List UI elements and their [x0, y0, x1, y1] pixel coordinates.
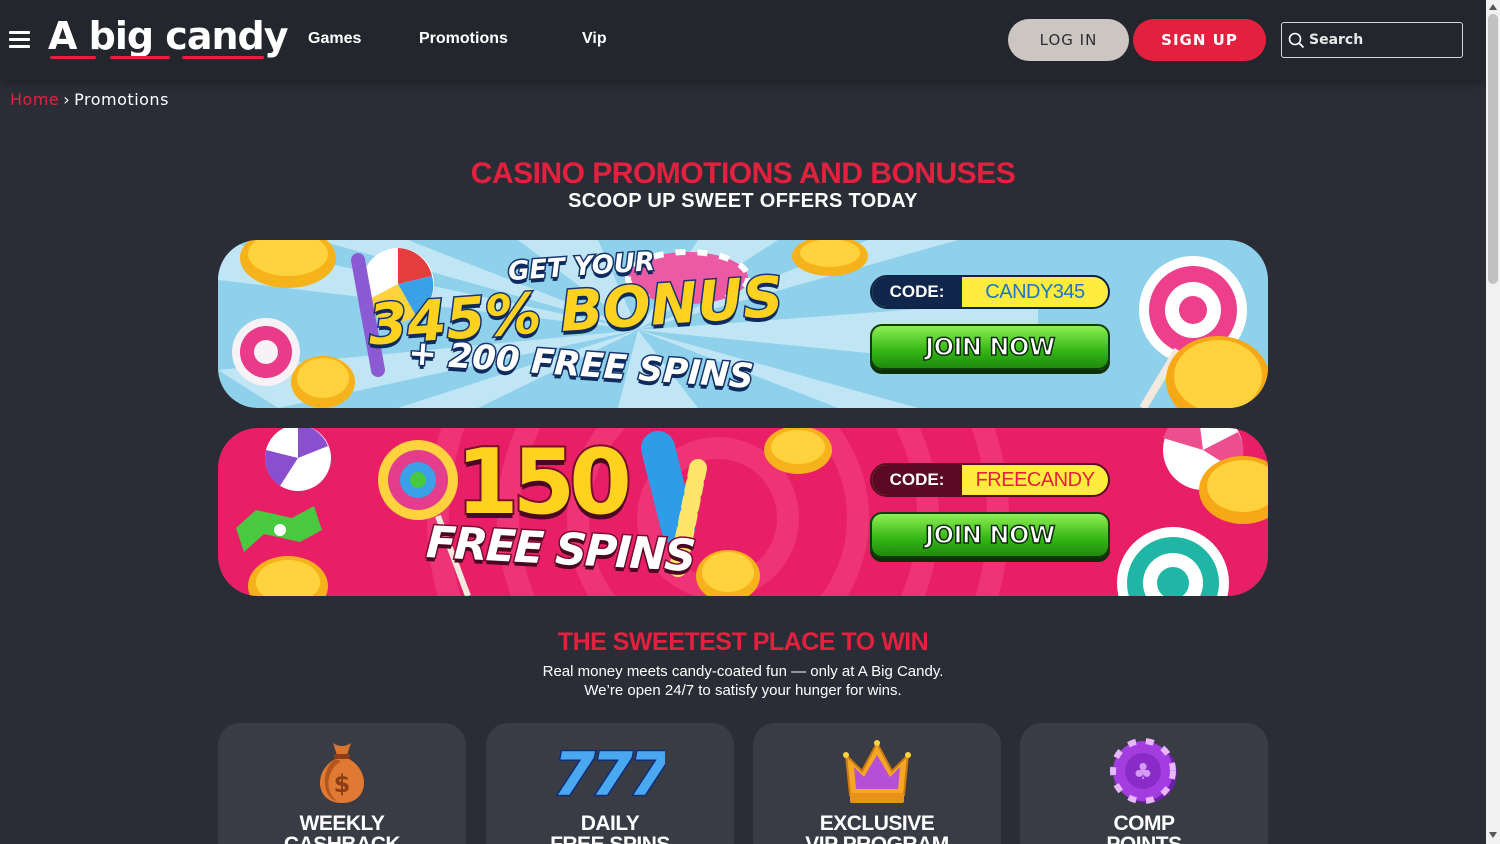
search-box[interactable]: [1281, 22, 1463, 58]
banner-candy-background: [236, 428, 1268, 596]
promo-banner-bonus[interactable]: GET YOUR 345% BONUS + 200 FREE SPINS COD…: [218, 240, 1268, 408]
slot-777-icon: 777: [555, 739, 665, 808]
breadcrumb: Home › Promotions: [10, 90, 169, 109]
page-subtitle: SCOOP UP SWEET OFFERS TODAY: [568, 190, 918, 212]
svg-text:777: 777: [555, 740, 665, 807]
section-description-line2: We’re open 24/7 to satisfy your hunger f…: [584, 682, 902, 699]
breadcrumb-home[interactable]: Home: [10, 90, 59, 109]
hamburger-menu-icon[interactable]: [9, 31, 30, 49]
site-logo[interactable]: A big candy: [48, 14, 288, 58]
search-icon: [1288, 32, 1305, 49]
section-description: Real money meets candy-coated fun — only…: [0, 662, 1486, 700]
login-button[interactable]: LOG IN: [1008, 19, 1129, 61]
scroll-down-arrow-icon[interactable]: [1489, 832, 1497, 838]
feature-card-title: COMPPOINTS: [1106, 812, 1182, 844]
scrollbar-thumb[interactable]: [1488, 14, 1498, 284]
promo-spins-number: 150: [454, 430, 634, 535]
poker-chips-icon: ♣: [1110, 738, 1177, 804]
feature-card-cashback[interactable]: $ WEEKLYCASHBACK: [218, 723, 466, 844]
join-now-button[interactable]: JOIN NOW: [870, 512, 1110, 558]
svg-text:$: $: [334, 770, 351, 798]
page-title: CASINO PROMOTIONS AND BONUSES: [470, 157, 1016, 190]
scroll-up-arrow-icon[interactable]: [1489, 4, 1497, 10]
feature-card-comp-points[interactable]: ♣ COMPPOINTS: [1020, 723, 1268, 844]
breadcrumb-current: Promotions: [74, 90, 169, 109]
promo-banner-free-spins[interactable]: 150 FREE SPINS CODE: FREECANDY JOIN NOW: [218, 428, 1268, 596]
feature-card-title: WEEKLYCASHBACK: [284, 812, 401, 844]
crown-icon: [843, 740, 911, 803]
nav-vip[interactable]: Vip: [582, 30, 607, 48]
join-now-button[interactable]: JOIN NOW: [870, 324, 1110, 370]
nav-games[interactable]: Games: [308, 30, 361, 48]
promo-code-value[interactable]: CANDY345: [962, 277, 1108, 307]
feature-card-title: DAILYFREE SPINS: [550, 812, 670, 844]
top-header: A big candy Games Promotions Vip LOG IN …: [0, 0, 1486, 80]
section-description-line1: Real money meets candy-coated fun — only…: [542, 663, 944, 680]
promo-code-label: CODE:: [872, 277, 962, 307]
feature-card-free-spins[interactable]: 777 DAILYFREE SPINS: [486, 723, 734, 844]
money-bag-icon: $: [319, 743, 365, 803]
promo-code-label: CODE:: [872, 465, 962, 495]
breadcrumb-separator: ›: [63, 90, 71, 109]
search-input[interactable]: [1309, 29, 1459, 51]
signup-button[interactable]: SIGN UP: [1133, 19, 1266, 61]
section-title: THE SWEETEST PLACE TO WIN: [557, 628, 929, 656]
promo-code-pill[interactable]: CODE: CANDY345: [870, 275, 1110, 309]
logo-underline: [50, 56, 265, 59]
promo-code-value[interactable]: FREECANDY: [962, 465, 1108, 495]
feature-card-vip[interactable]: EXCLUSIVEVIP PROGRAM: [753, 723, 1001, 844]
svg-text:♣: ♣: [1133, 760, 1153, 785]
promo-code-pill[interactable]: CODE: FREECANDY: [870, 463, 1110, 497]
feature-card-title: EXCLUSIVEVIP PROGRAM: [805, 812, 949, 844]
nav-promotions[interactable]: Promotions: [419, 30, 508, 48]
